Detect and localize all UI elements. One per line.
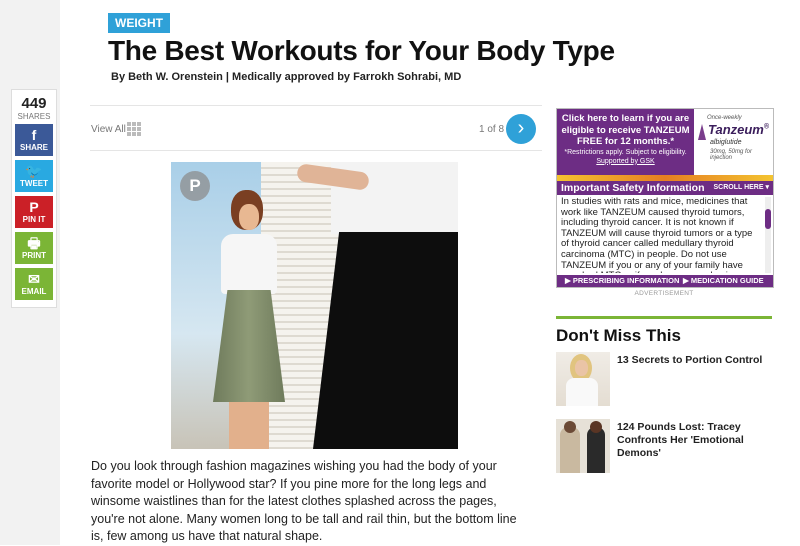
- brand-subtitle: Once-weekly: [707, 115, 742, 121]
- next-slide-button[interactable]: ›: [506, 114, 536, 144]
- article-byline: By Beth W. Orenstein | Medically approve…: [111, 71, 462, 83]
- photo-woman-legs: [229, 402, 269, 449]
- pinterest-pin-label: PIN IT: [22, 215, 46, 224]
- ad-offer[interactable]: Click here to learn if you are eligible …: [557, 109, 694, 175]
- medication-guide-link[interactable]: ▶ MEDICATION GUIDE: [683, 275, 764, 287]
- pinterest-icon: P: [29, 199, 39, 215]
- thumb-before-figure: [560, 427, 580, 473]
- brand-registered: ®: [763, 123, 770, 131]
- email-button[interactable]: ✉ EMAIL: [15, 268, 53, 300]
- thumb-body: [566, 378, 598, 406]
- brand-dose: 30mg, 50mg for injection: [710, 149, 753, 161]
- twitter-tweet-button[interactable]: 🐦 TWEET: [15, 160, 53, 192]
- ad-headline: Click here to learn if you are eligible …: [561, 113, 690, 147]
- ad-links: ▶ PRESCRIBING INFORMATION ▶ MEDICATION G…: [557, 275, 773, 287]
- category-tag[interactable]: WEIGHT: [108, 13, 170, 33]
- pinterest-pin-button[interactable]: P PIN IT: [15, 196, 53, 228]
- twitter-bird-icon: 🐦: [25, 163, 43, 179]
- brand-generic: albiglutide: [710, 139, 742, 146]
- isi-title: Important Safety Information: [561, 182, 705, 194]
- prescribing-info-link[interactable]: ▶ PRESCRIBING INFORMATION: [565, 275, 679, 287]
- envelope-icon: ✉: [28, 271, 40, 287]
- ad-isi-header: Important Safety Information SCROLL HERE…: [557, 181, 773, 195]
- share-count-label: SHARES: [17, 112, 51, 121]
- article-title: The Best Workouts for Your Body Type: [108, 35, 615, 66]
- advertisement[interactable]: Click here to learn if you are eligible …: [556, 108, 774, 288]
- twitter-tweet-label: TWEET: [20, 179, 48, 188]
- dont-miss-link[interactable]: 13 Secrets to Portion Control: [617, 354, 772, 367]
- pinterest-overlay-icon[interactable]: P: [180, 171, 210, 201]
- isi-scrollbar-thumb[interactable]: [765, 209, 771, 229]
- photo-woman-face: [239, 204, 259, 230]
- isi-scroll-hint[interactable]: SCROLL HERE ▾: [713, 181, 769, 195]
- photo-woman-top: [221, 234, 277, 294]
- divider: [90, 150, 542, 151]
- dont-miss-accent-bar: [556, 316, 772, 319]
- ad-fine-print: *Restrictions apply. Subject to eligibil…: [564, 148, 687, 156]
- isi-scrollbar[interactable]: [765, 197, 771, 273]
- article-body: Do you look through fashion magazines wi…: [91, 459, 517, 543]
- thumb-after-head: [590, 421, 602, 433]
- brand-logo: Tanzeum®: [708, 122, 769, 137]
- advertisement-label: ADVERTISEMENT: [634, 290, 694, 297]
- facebook-icon: f: [31, 127, 37, 143]
- brand-logo-icon: [698, 124, 706, 140]
- print-label: PRINT: [22, 251, 46, 260]
- thumb-face: [575, 360, 588, 376]
- share-count: 449: [21, 95, 47, 112]
- printer-icon: 🖶: [27, 235, 41, 251]
- isi-text: In studies with rats and mice, medicines…: [561, 197, 753, 273]
- thumb-after-figure: [587, 427, 605, 473]
- share-bar: 449 SHARES f SHARE 🐦 TWEET P PIN IT 🖶 PR…: [11, 89, 57, 308]
- divider: [90, 105, 542, 106]
- dont-miss-thumbnail[interactable]: [556, 419, 610, 473]
- thumb-before-head: [564, 421, 576, 433]
- brand-name: Tanzeum: [708, 122, 764, 137]
- view-all-link[interactable]: View All: [91, 124, 126, 135]
- article-photo: P: [171, 162, 458, 449]
- ad-support-link[interactable]: Supported by GSK: [596, 158, 654, 165]
- dont-miss-title: Don't Miss This: [556, 326, 681, 345]
- facebook-share-button[interactable]: f SHARE: [15, 124, 53, 156]
- print-button[interactable]: 🖶 PRINT: [15, 232, 53, 264]
- dont-miss-thumbnail[interactable]: [556, 352, 610, 406]
- email-label: EMAIL: [21, 287, 47, 296]
- grid-view-icon[interactable]: [127, 122, 141, 136]
- slide-counter: 1 of 8: [479, 124, 505, 135]
- facebook-share-label: SHARE: [19, 143, 48, 152]
- ad-brand: Once-weekly Tanzeum® albiglutide 30mg, 5…: [694, 109, 773, 175]
- dont-miss-link[interactable]: 124 Pounds Lost: Tracey Confronts Her 'E…: [617, 421, 772, 460]
